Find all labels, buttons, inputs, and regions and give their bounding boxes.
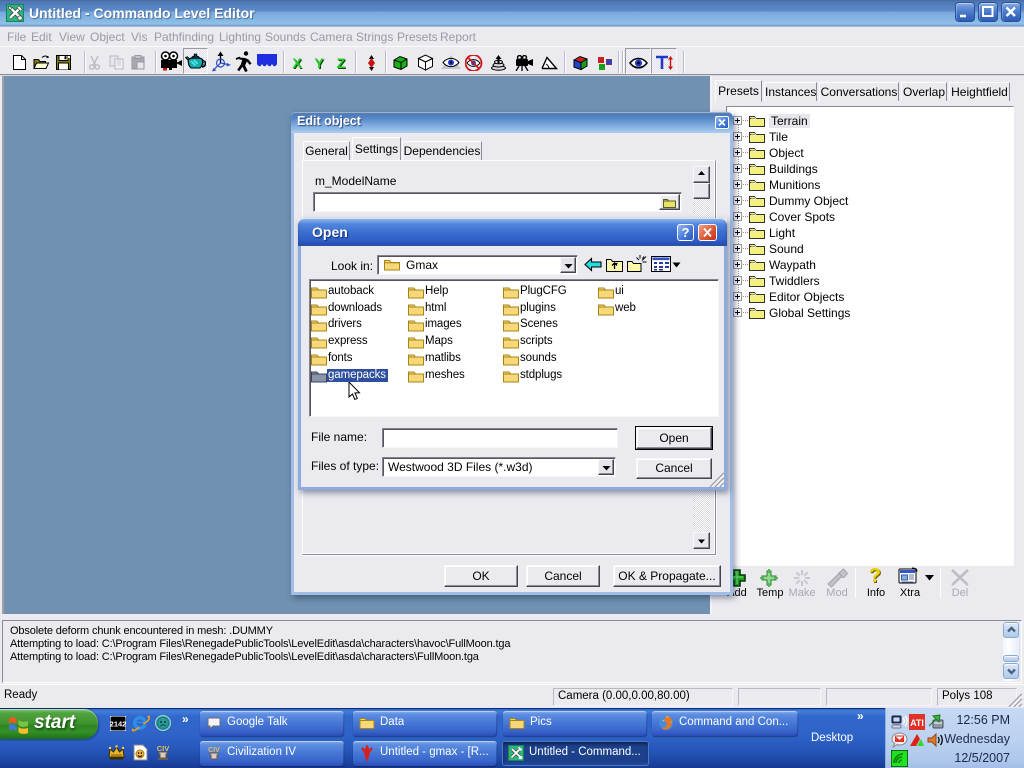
svg-text:ATI: ATI [910, 718, 924, 728]
svg-text:2142: 2142 [110, 720, 126, 729]
